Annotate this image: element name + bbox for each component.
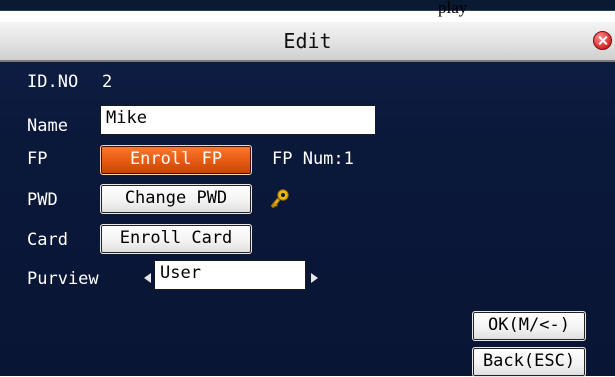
ok-button[interactable]: OK(M/<-) (472, 311, 586, 341)
device-screen: Edit ID.NO 2 Name Mike FP Enroll FP FP N… (0, 22, 615, 377)
change-pwd-button[interactable]: Change PWD (100, 184, 252, 214)
name-label: Name (27, 116, 68, 136)
name-field[interactable]: Mike (100, 105, 376, 135)
left-arrow-icon[interactable] (144, 273, 151, 283)
enroll-fp-button[interactable]: Enroll FP (100, 145, 252, 175)
fp-num-text: FP Num:1 (272, 149, 354, 169)
id-value: 2 (102, 72, 113, 92)
pwd-label: PWD (27, 190, 58, 210)
back-button[interactable]: Back(ESC) (472, 347, 586, 377)
purview-select[interactable]: User (154, 260, 306, 290)
enroll-card-button[interactable]: Enroll Card (100, 224, 252, 254)
top-fragment-text: play (438, 0, 468, 17)
key-icon (271, 189, 289, 208)
right-arrow-icon[interactable] (311, 273, 318, 283)
window-title: Edit (283, 29, 332, 53)
purview-label: Purview (27, 269, 99, 289)
previous-window-fragment (0, 0, 615, 11)
fp-label: FP (27, 149, 48, 169)
id-label: ID.NO (27, 72, 79, 92)
title-bar: Edit (0, 22, 615, 62)
close-icon[interactable] (593, 31, 612, 50)
card-label: Card (27, 230, 68, 250)
